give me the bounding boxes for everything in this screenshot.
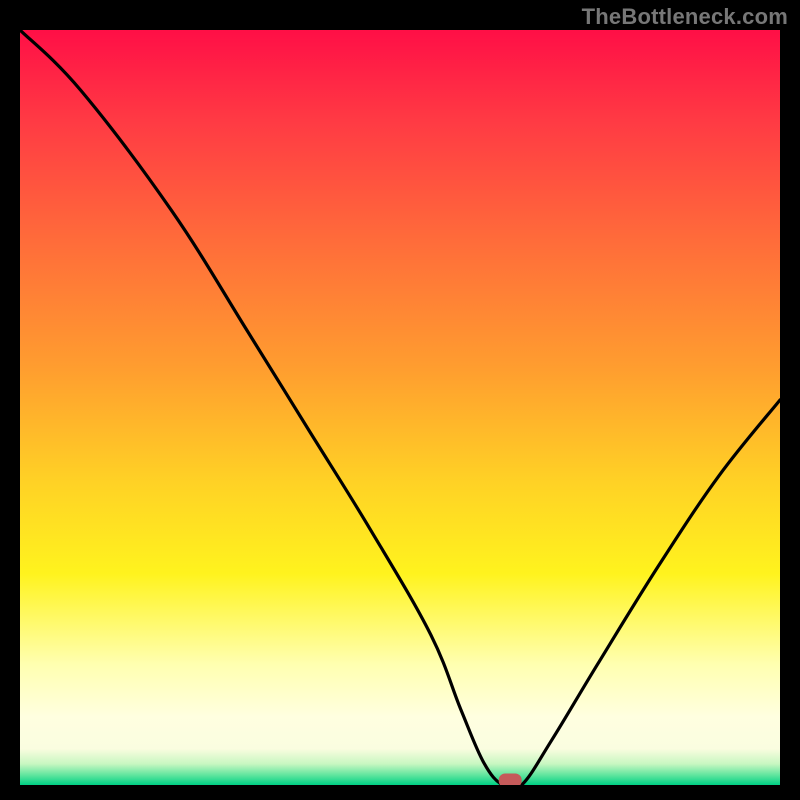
bottleneck-chart <box>20 30 780 785</box>
gradient-background <box>20 30 780 785</box>
optimal-point-marker <box>499 774 521 785</box>
chart-frame: TheBottleneck.com <box>0 0 800 800</box>
plot-area <box>20 30 780 785</box>
attribution-text: TheBottleneck.com <box>582 4 788 30</box>
